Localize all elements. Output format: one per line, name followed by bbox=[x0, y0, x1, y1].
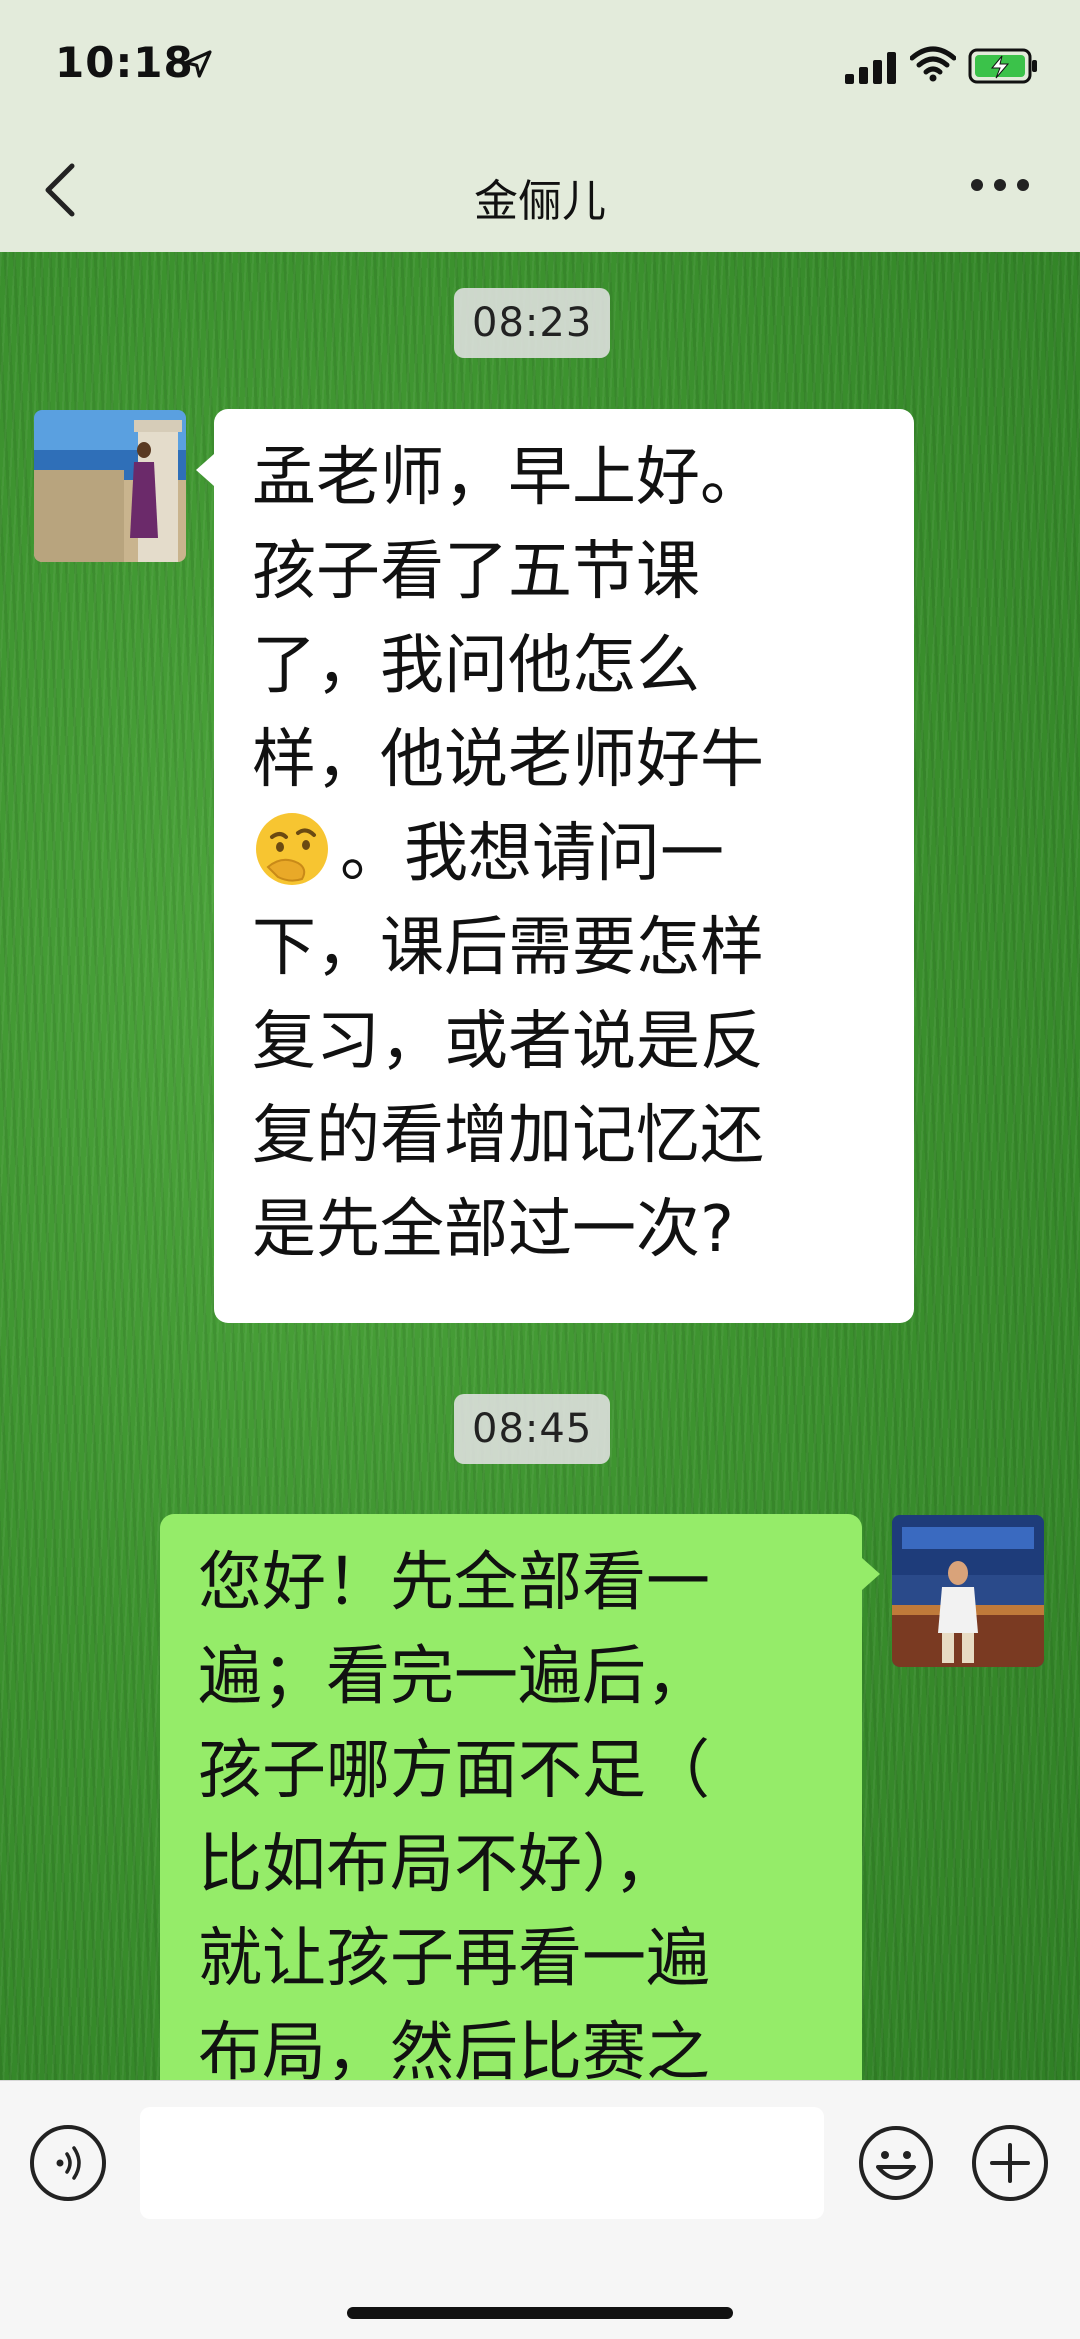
message-line: 了，我问他怎么 bbox=[252, 629, 700, 703]
message-line: 就让孩子再看一遍 bbox=[198, 1922, 710, 1996]
message-line: 孟老师，早上好。 bbox=[252, 441, 764, 515]
message-line: 是先全部过一次? bbox=[252, 1193, 734, 1267]
message-line: 样，他说老师好牛 bbox=[252, 723, 764, 797]
message-timestamp: 08:23 bbox=[454, 288, 611, 358]
message-line: 比如布局不好）， bbox=[198, 1828, 678, 1902]
chat-area[interactable]: 08:23 孟老师，早上好。 孩子看了五节课 了，我问他怎么 样，他说老师好牛 bbox=[0, 252, 1080, 2080]
thinking-face-emoji bbox=[256, 813, 328, 886]
plus-button[interactable] bbox=[972, 2125, 1048, 2201]
more-dots-icon[interactable] bbox=[970, 178, 1030, 192]
bubble-tail bbox=[196, 454, 214, 486]
message-timestamp: 08:45 bbox=[454, 1394, 611, 1464]
home-indicator bbox=[347, 2307, 733, 2319]
message-input[interactable] bbox=[140, 2107, 824, 2219]
incoming-message-bubble[interactable]: 孟老师，早上好。 孩子看了五节课 了，我问他怎么 样，他说老师好牛 。我想请问一… bbox=[214, 409, 914, 1323]
message-line: 复的看增加记忆还 bbox=[252, 1099, 764, 1173]
emoji-smile-icon[interactable] bbox=[858, 2125, 934, 2201]
location-arrow-icon bbox=[184, 50, 212, 78]
contact-avatar[interactable] bbox=[34, 410, 186, 562]
message-line: 布局，然后比赛之 bbox=[198, 2016, 710, 2080]
message-line: 孩子看了五节课 bbox=[252, 535, 700, 609]
top-bar: 10:18 金俪儿 bbox=[0, 0, 1080, 252]
battery-charging-icon bbox=[968, 48, 1037, 84]
outgoing-message-bubble[interactable]: 您好！先全部看一 遍；看完一遍后， 孩子哪方面不足（ 比如布局不好）， 就让孩子… bbox=[160, 1514, 862, 2080]
voice-icon bbox=[56, 2146, 81, 2180]
message-line: 。我想请问一 bbox=[340, 817, 724, 891]
message-line: 孩子哪方面不足（ bbox=[198, 1734, 710, 1808]
message-line: 下，课后需要怎样 bbox=[252, 911, 764, 985]
message-line: 复习，或者说是反 bbox=[252, 1005, 764, 1079]
input-bar bbox=[0, 2080, 1080, 2339]
voice-button[interactable] bbox=[30, 2125, 106, 2201]
status-time: 10:18 bbox=[55, 38, 194, 87]
plus-icon bbox=[990, 2143, 1030, 2183]
message-line-with-emoji: 。我想请问一 bbox=[252, 807, 880, 901]
chat-title: 金俪儿 bbox=[474, 176, 606, 227]
bubble-tail bbox=[862, 1558, 880, 1590]
message-line: 遍；看完一遍后， bbox=[198, 1640, 710, 1714]
wifi-icon bbox=[910, 46, 956, 82]
cellular-signal-icon bbox=[845, 52, 896, 84]
message-line: 您好！先全部看一 bbox=[198, 1546, 710, 1620]
my-avatar[interactable] bbox=[892, 1515, 1044, 1667]
